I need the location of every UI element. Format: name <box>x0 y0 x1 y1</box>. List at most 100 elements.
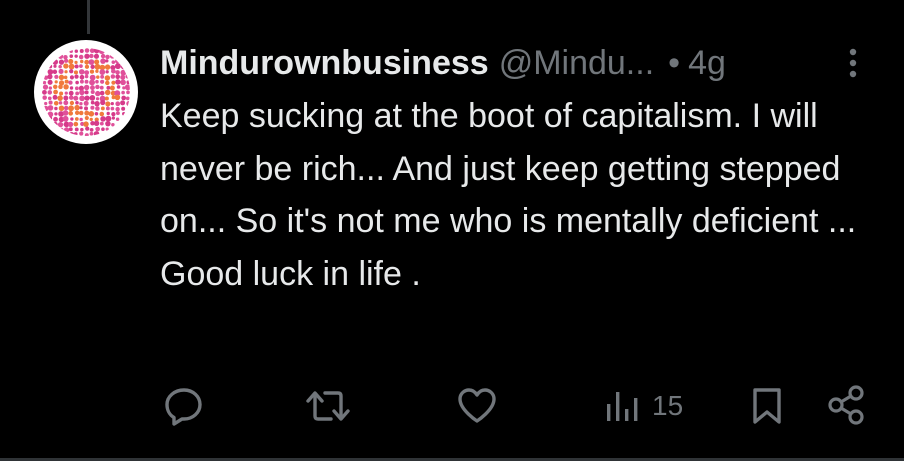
avatar-dot <box>84 74 89 79</box>
avatar-dot <box>95 79 99 84</box>
avatar-dot <box>47 96 52 101</box>
bookmark-button[interactable] <box>749 376 785 436</box>
views-bar-chart-icon <box>607 392 638 421</box>
avatar-dot <box>105 106 110 111</box>
avatar-dot <box>54 106 58 111</box>
share-button[interactable] <box>826 376 868 436</box>
avatar-dot <box>110 106 115 111</box>
avatar-dot <box>58 64 62 69</box>
avatar-dot <box>69 75 75 80</box>
avatar-dot <box>114 94 121 101</box>
avatar-dot <box>52 121 58 128</box>
timestamp[interactable]: 4g <box>688 40 726 86</box>
reply-button[interactable] <box>162 376 206 436</box>
avatar-dot <box>114 63 121 70</box>
avatar-dot <box>94 111 99 116</box>
avatar-dot <box>105 70 109 74</box>
retweet-button[interactable] <box>305 376 351 436</box>
more-options-button[interactable] <box>838 44 868 82</box>
avatar-dot <box>73 121 79 127</box>
avatar-dot <box>43 105 49 112</box>
avatar-dot <box>69 49 73 54</box>
avatar-dot <box>105 54 110 60</box>
avatar-dot <box>69 86 74 90</box>
avatar-dot <box>79 95 85 102</box>
avatar-dot <box>115 101 121 107</box>
avatar-dot <box>109 85 115 91</box>
avatar-dot <box>52 94 58 100</box>
avatar-dot <box>74 54 78 58</box>
avatar-dot <box>53 100 59 106</box>
avatar-dot <box>67 121 74 128</box>
avatar-dot <box>47 90 53 95</box>
avatar-dot <box>99 69 106 75</box>
avatar-dot <box>100 79 105 84</box>
avatar-dot <box>104 75 111 81</box>
avatar-dot <box>70 117 74 121</box>
avatar-dot <box>53 116 58 122</box>
avatar-dot <box>115 74 121 80</box>
avatar-dot <box>74 104 80 111</box>
avatar-dot <box>57 121 64 128</box>
avatar-dot <box>74 64 79 69</box>
avatar-dot <box>111 80 116 85</box>
avatar-dot <box>62 115 69 122</box>
avatar-dot <box>79 117 83 122</box>
avatar-dot <box>90 85 95 91</box>
avatar-dot <box>79 102 83 106</box>
avatar-dot <box>48 100 53 105</box>
avatar-dot <box>42 84 49 90</box>
avatar-dot <box>64 70 68 74</box>
avatar-dot <box>80 59 84 64</box>
avatar-dot <box>79 131 84 136</box>
avatar-dot <box>84 110 90 116</box>
avatar-dot <box>48 64 53 69</box>
avatar-dot <box>54 80 58 84</box>
avatar-dot <box>95 106 100 111</box>
avatar[interactable] <box>34 40 138 144</box>
avatar-dot <box>73 132 78 136</box>
avatar-dot <box>90 64 95 70</box>
author-name[interactable]: Mindurownbusiness <box>160 40 489 86</box>
avatar-dot <box>120 74 126 80</box>
avatar-dot <box>125 96 130 101</box>
avatar-dot <box>84 70 90 76</box>
avatar-dot <box>94 101 100 107</box>
author-handle[interactable]: @Mindu... <box>499 40 654 86</box>
avatar-dot <box>115 117 120 121</box>
color-blindness-test-plate-icon <box>42 48 130 136</box>
avatar-dot <box>85 126 90 131</box>
avatar-dot <box>69 100 75 106</box>
thread-connector-line <box>87 0 90 34</box>
avatar-dot <box>79 74 85 80</box>
avatar-dot <box>120 63 127 70</box>
avatar-dot <box>111 60 116 64</box>
avatar-dot <box>84 53 90 59</box>
avatar-dot <box>99 85 104 90</box>
avatar-dot <box>88 59 95 65</box>
avatar-dot <box>111 111 116 117</box>
avatar-dot <box>74 74 79 79</box>
avatar-dot <box>104 96 109 101</box>
avatar-dot <box>125 74 130 79</box>
avatar-dot <box>95 84 100 90</box>
avatar-dot <box>74 117 79 121</box>
avatar-dot <box>95 69 99 73</box>
avatar-dot <box>124 84 130 91</box>
avatar-dot <box>64 91 68 95</box>
avatar-dot <box>74 49 79 53</box>
avatar-dot <box>104 89 111 96</box>
avatar-dot <box>109 53 116 59</box>
avatar-dot <box>83 100 89 106</box>
avatar-dot <box>98 48 105 55</box>
avatar-dot <box>120 79 126 86</box>
avatar-dot <box>44 101 48 106</box>
avatar-dot <box>84 106 89 111</box>
views-button[interactable]: 15 <box>604 376 683 436</box>
avatar-dot <box>63 54 68 60</box>
avatar-dot <box>100 58 106 64</box>
avatar-dot <box>111 68 116 74</box>
avatar-dot <box>101 127 105 131</box>
like-button[interactable] <box>456 376 498 436</box>
avatar-dot <box>69 131 75 136</box>
